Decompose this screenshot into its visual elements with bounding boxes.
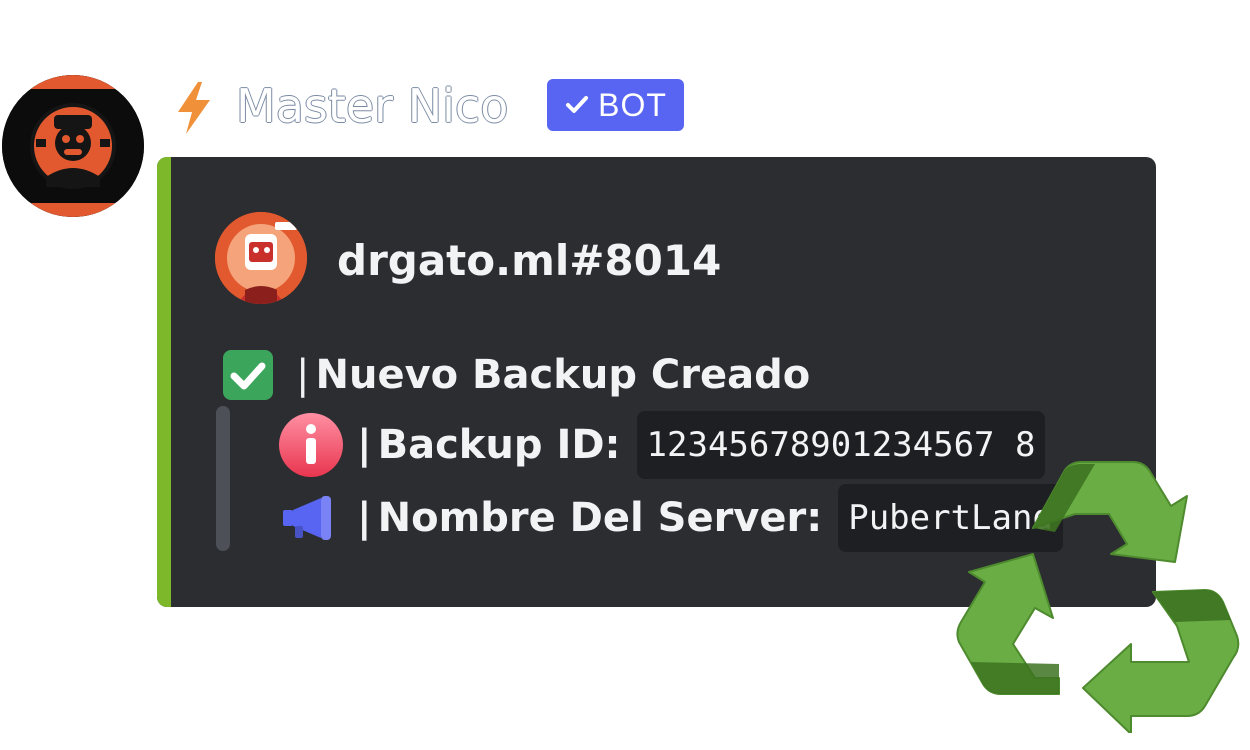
author-avatar[interactable] — [215, 212, 307, 304]
robot-avatar-icon — [2, 75, 144, 217]
author-name[interactable]: drgato.ml#8014 — [337, 233, 721, 289]
username[interactable]: Master Nico — [236, 76, 508, 136]
recycle-icon — [955, 458, 1240, 733]
field-server-name: | Nombre Del Server: PubertLand — [277, 483, 1063, 553]
embed-title: | Nuevo Backup Creado — [222, 345, 810, 405]
field-backup-id: | Backup ID: 12345678901234567 8 — [277, 410, 1046, 480]
title-text: Nuevo Backup Creado — [315, 352, 811, 398]
title-separator: | — [296, 352, 310, 398]
bot-badge-label: BOT — [598, 86, 667, 123]
info-icon — [277, 411, 345, 479]
blockquote-bar — [216, 406, 230, 551]
field-label: Backup ID: — [377, 422, 621, 468]
megaphone-icon — [281, 494, 339, 542]
field-label: Nombre Del Server: — [377, 495, 823, 541]
discord-message: Master Nico BOT drgato.ml#8014 | Nuevo B… — [0, 0, 1250, 750]
author-avatar-icon — [215, 212, 307, 304]
embed-accent-bar — [157, 157, 171, 607]
lightning-icon — [172, 80, 216, 136]
field-separator: | — [357, 422, 372, 468]
bot-avatar[interactable] — [2, 75, 144, 217]
check-mark-button-icon — [222, 349, 274, 401]
check-icon — [564, 92, 590, 118]
bot-badge: BOT — [547, 79, 684, 131]
field-separator: | — [357, 495, 372, 541]
